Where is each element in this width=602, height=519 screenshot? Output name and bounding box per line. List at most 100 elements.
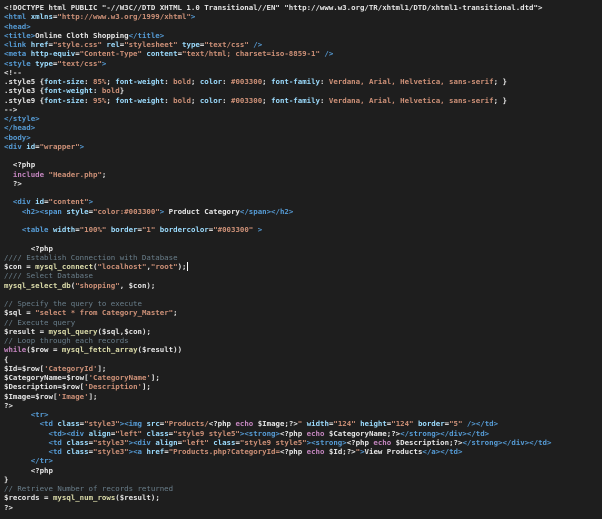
code-line[interactable]: $sql = "select * from Category_Master";	[4, 308, 602, 317]
code-line[interactable]: <div id="content">	[4, 197, 602, 206]
code-line[interactable]: //// Establish Connection with Database	[4, 253, 602, 262]
code-token: <a	[133, 447, 147, 456]
code-line[interactable]	[4, 290, 602, 299]
code-line[interactable]: ?>	[4, 401, 602, 410]
code-token: id	[35, 197, 45, 207]
code-token: :	[164, 77, 174, 86]
code-line[interactable]: <!--	[4, 68, 602, 77]
code-line[interactable]: -->	[4, 105, 602, 114]
code-line[interactable]: <link href="style.css" rel="stylesheet" …	[4, 40, 602, 49]
code-token: $sql	[101, 326, 120, 336]
code-line[interactable]: {	[4, 355, 602, 364]
code-token: :	[84, 77, 93, 86]
code-token: width	[52, 225, 76, 234]
code-line[interactable]: <meta http-equiv="Content-Type" content=…	[4, 49, 602, 58]
code-token: }	[119, 86, 125, 96]
code-line[interactable]: <td class="style3"><img src="Products/<?…	[4, 419, 602, 428]
code-token: :	[320, 77, 329, 86]
code-line[interactable]: $Description=$row['Description'];	[4, 382, 602, 391]
code-token: content	[146, 49, 178, 59]
code-token: />	[324, 49, 334, 59]
code-line[interactable]	[4, 234, 602, 243]
code-token: $row	[21, 363, 40, 373]
code-line[interactable]: </style>	[4, 114, 602, 123]
code-line[interactable]: $records = mysql_num_rows($result);	[4, 493, 602, 502]
code-line[interactable]: <!DOCTYPE html PUBLIC "-//W3C//DTD XHTML…	[4, 3, 602, 12]
code-line[interactable]	[4, 216, 602, 225]
code-token: <?php	[279, 447, 307, 456]
code-line[interactable]: <table width="100%" border="1" bordercol…	[4, 225, 602, 234]
code-line[interactable]: }	[4, 475, 602, 484]
code-token: <td>	[48, 428, 67, 438]
code-token: align	[155, 437, 178, 447]
code-token: =	[39, 493, 53, 503]
code-line[interactable]: ?>	[4, 179, 602, 188]
code-line[interactable]: </tr>	[4, 456, 602, 465]
code-token: class	[57, 419, 80, 429]
code-token: ;	[106, 77, 116, 86]
code-token: 'Description'	[84, 382, 142, 392]
code-line[interactable]: <td class="style3"><a href="Products.php…	[4, 447, 602, 456]
code-token: <?php	[346, 437, 374, 447]
code-token: "left"	[182, 437, 209, 447]
code-line[interactable]: <td class="style3"><div align="left" cla…	[4, 438, 602, 447]
code-token: echo	[373, 437, 392, 447]
code-token: "stylesheet"	[124, 40, 178, 49]
code-token: xmlns	[30, 12, 53, 22]
code-line[interactable]	[4, 188, 602, 197]
code-token: "wrapper"	[39, 141, 80, 151]
code-line[interactable]: // Loop through each records	[4, 336, 602, 345]
code-line[interactable]: .style9 {font-size: 95%; font-weight: bo…	[4, 96, 602, 105]
code-token: font-size	[44, 95, 85, 105]
code-token: "style.css"	[52, 40, 102, 49]
code-token: type	[182, 40, 200, 49]
code-token: </style>	[4, 114, 40, 123]
code-token: <strong>	[311, 437, 347, 447]
code-token: type	[35, 58, 53, 68]
code-line[interactable]: <div id="wrapper">	[4, 142, 602, 151]
code-line[interactable]: <?php	[4, 160, 602, 169]
code-line[interactable]: <tr>	[4, 410, 602, 419]
code-token: class	[66, 437, 89, 447]
code-line[interactable]: // Retrieve Number of records returned	[4, 484, 602, 493]
code-token: <style	[4, 58, 36, 68]
code-line[interactable]: </head>	[4, 123, 602, 132]
code-line[interactable]: <td><div align="left" class="style9 styl…	[4, 429, 602, 438]
code-line[interactable]: // Specify the query to execute	[4, 299, 602, 308]
code-line[interactable]: // Execute query	[4, 318, 602, 327]
code-line[interactable]: $con = mysql_connect("localhost","root")…	[4, 262, 602, 271]
code-line[interactable]: //// Select Database	[4, 271, 602, 280]
code-line[interactable]: <?php	[4, 244, 602, 253]
code-token: border	[417, 419, 445, 429]
code-line[interactable]: <head>	[4, 22, 602, 31]
code-line[interactable]: include "Header.php";	[4, 170, 602, 179]
code-line[interactable]: <style type="text/css">	[4, 59, 602, 68]
code-line[interactable]: .style3 {font-weight: bold}	[4, 86, 602, 95]
code-line[interactable]: .style5 {font-size: 85%; font-weight: bo…	[4, 77, 602, 86]
text-cursor	[186, 262, 188, 271]
code-token: ?>	[4, 400, 13, 410]
code-line[interactable]: while($row = mysql_fetch_array($result))	[4, 345, 602, 354]
code-editor[interactable]: <!DOCTYPE html PUBLIC "-//W3C//DTD XHTML…	[0, 0, 602, 519]
code-token: );	[142, 326, 151, 336]
code-line[interactable]: $Image=$row['Image'];	[4, 392, 602, 401]
code-line[interactable]: mysql_select_db("shopping", $con);	[4, 281, 602, 290]
code-token: rel	[106, 40, 120, 49]
code-line[interactable]: ?>	[4, 503, 602, 512]
code-token: <html	[4, 12, 31, 22]
code-token: 'CategoryName'	[88, 373, 151, 382]
code-line[interactable]: <html xmlns="http://www.w3.org/1999/xhtm…	[4, 12, 602, 21]
code-line[interactable]	[4, 151, 602, 160]
code-line[interactable]: $Id=$row['CategoryId'];	[4, 364, 602, 373]
code-token: width	[306, 419, 329, 429]
code-token: ;	[106, 95, 116, 105]
code-line[interactable]: <title>Online Cloth Shopping</title>	[4, 31, 602, 40]
code-token: =	[21, 308, 36, 318]
code-line[interactable]: $CategoryName=$row['CategoryName'];	[4, 373, 602, 382]
code-line[interactable]: <h2><span style="color:#003300"> Product…	[4, 207, 602, 216]
code-token: height	[360, 419, 387, 429]
code-line[interactable]: <?php	[4, 466, 602, 475]
code-line[interactable]: <body>	[4, 133, 602, 142]
code-line[interactable]: $result = mysql_query($sql,$con);	[4, 327, 602, 336]
